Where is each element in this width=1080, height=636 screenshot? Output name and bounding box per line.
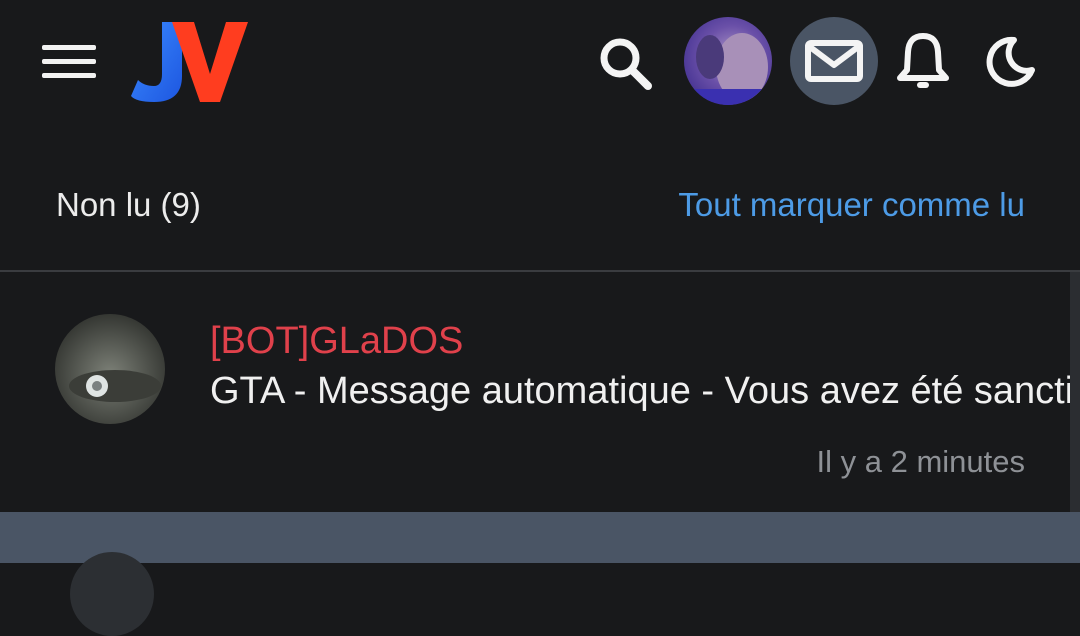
notification-text: GTA - Message automatique - Vous avez ét… [210, 370, 1072, 412]
bell-icon[interactable] [896, 30, 950, 92]
notification-sender: [BOT]GLaDOS [210, 320, 464, 362]
top-bar [0, 0, 1080, 125]
jv-logo[interactable] [128, 18, 252, 106]
notification-timestamp: Il y a 2 minutes [816, 444, 1025, 479]
hamburger-menu-icon[interactable] [42, 45, 96, 79]
notification-item[interactable] [0, 512, 1080, 563]
sender-avatar [55, 314, 165, 424]
mark-all-read-link[interactable]: Tout marquer comme lu [678, 186, 1025, 224]
moon-icon[interactable] [984, 36, 1036, 88]
mail-button[interactable] [790, 17, 878, 105]
scrollbar[interactable] [1070, 272, 1080, 512]
mail-icon [805, 40, 863, 82]
search-icon[interactable] [596, 34, 654, 92]
unread-count-label: Non lu (9) [56, 186, 201, 223]
user-avatar[interactable] [684, 17, 772, 105]
sender-avatar [70, 552, 154, 636]
